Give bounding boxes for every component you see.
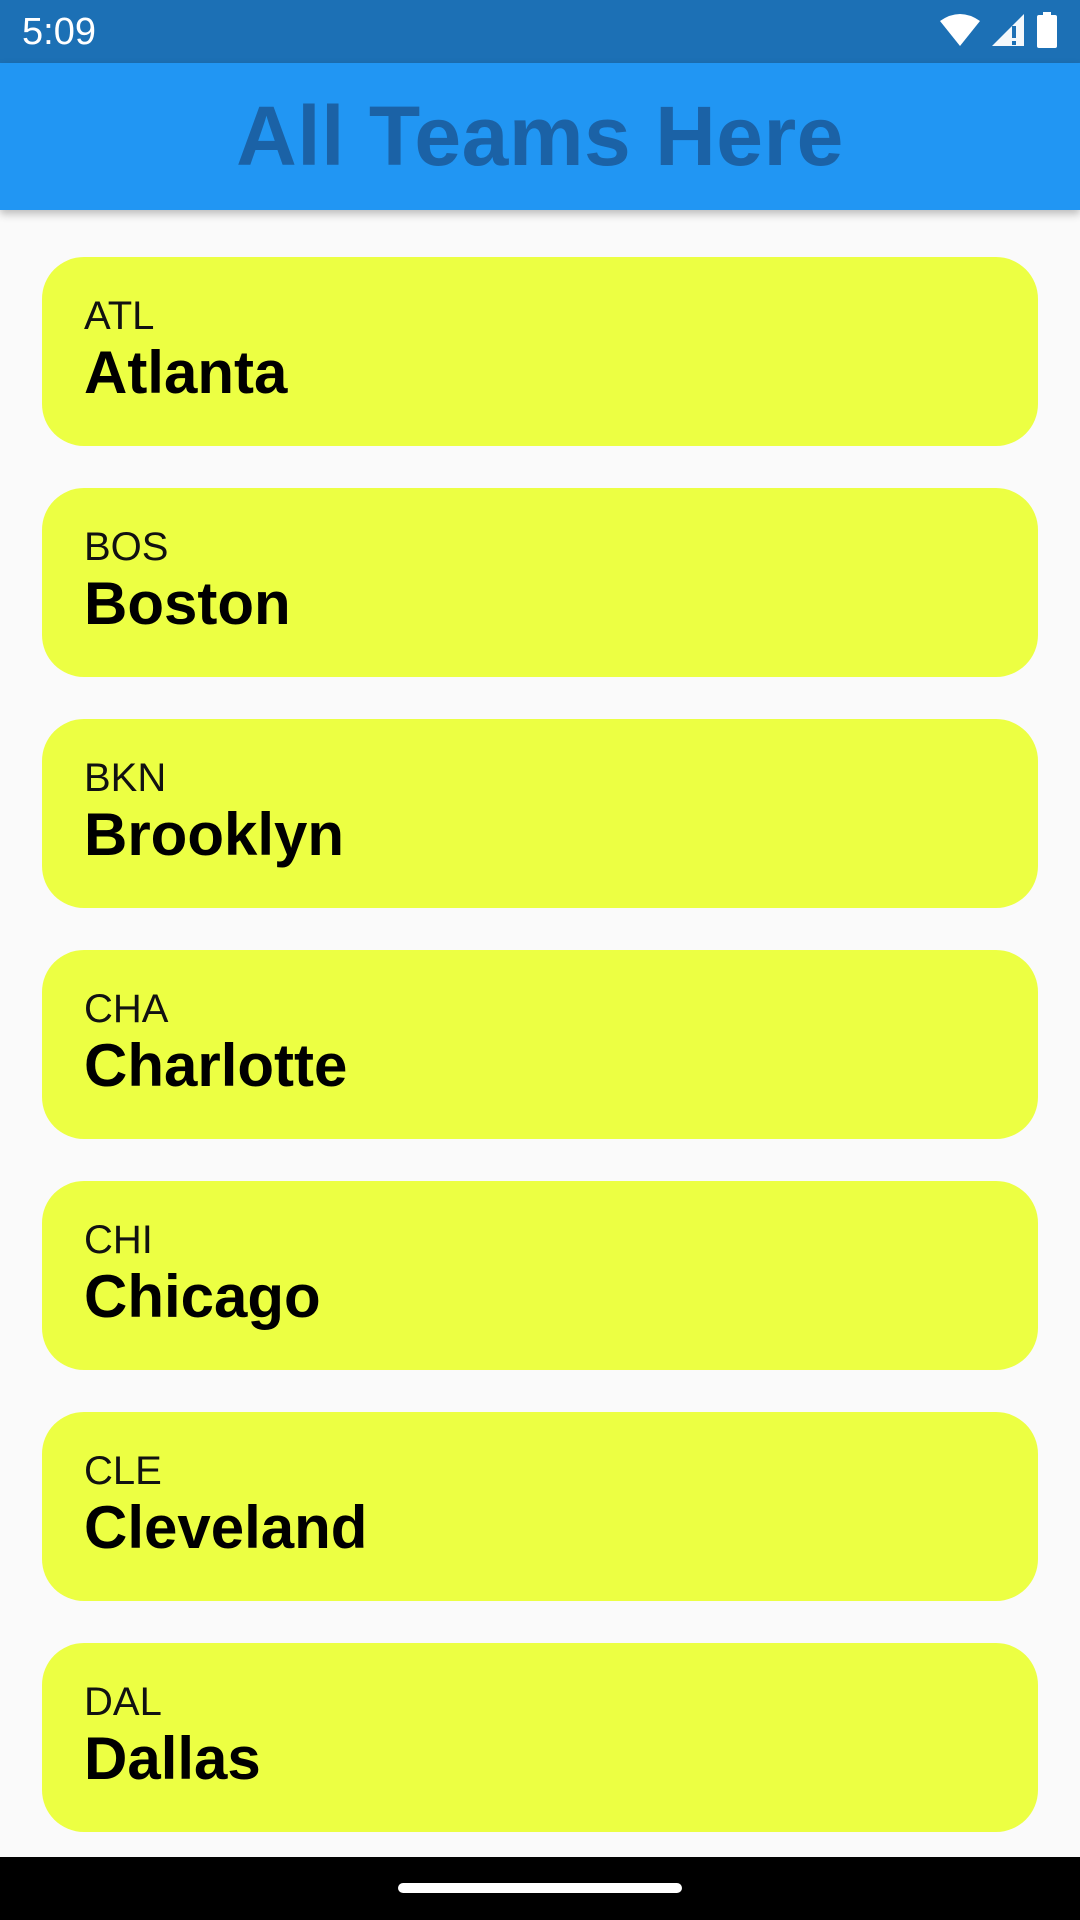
team-abbreviation: CHA (84, 987, 169, 1031)
team-card-cle[interactable]: CLE Cleveland (42, 1412, 1038, 1601)
team-city: Chicago (84, 1263, 321, 1330)
team-city: Charlotte (84, 1032, 348, 1099)
team-card-dal[interactable]: DAL Dallas (42, 1643, 1038, 1832)
team-card-chi[interactable]: CHI Chicago (42, 1181, 1038, 1370)
app-bar: All Teams Here (0, 63, 1080, 210)
wifi-icon (940, 13, 980, 52)
team-abbreviation: CHI (84, 1218, 153, 1262)
team-abbreviation: DAL (84, 1680, 162, 1724)
team-abbreviation: CLE (84, 1449, 162, 1493)
team-abbreviation: BKN (84, 756, 167, 800)
status-bar: 5:09 (0, 0, 1080, 63)
team-abbreviation: ATL (84, 294, 155, 338)
team-city: Cleveland (84, 1494, 368, 1561)
team-card-cha[interactable]: CHA Charlotte (42, 950, 1038, 1139)
team-card-atl[interactable]: ATL Atlanta (42, 257, 1038, 446)
page-title: All Teams Here (236, 89, 844, 183)
team-card-bos[interactable]: BOS Boston (42, 488, 1038, 677)
home-indicator[interactable] (398, 1883, 682, 1893)
battery-icon (1036, 11, 1058, 53)
signal-icon (990, 12, 1026, 53)
team-abbreviation: BOS (84, 525, 169, 569)
navigation-bar (0, 1857, 1080, 1920)
team-card-bkn[interactable]: BKN Brooklyn (42, 719, 1038, 908)
status-time: 5:09 (22, 11, 96, 53)
team-city: Brooklyn (84, 801, 345, 868)
status-icons (940, 11, 1058, 53)
team-city: Dallas (84, 1725, 261, 1792)
team-list[interactable]: ATL Atlanta BOS Boston BKN Brooklyn CHA … (42, 257, 1038, 1874)
team-city: Atlanta (84, 339, 288, 406)
team-city: Boston (84, 570, 291, 637)
